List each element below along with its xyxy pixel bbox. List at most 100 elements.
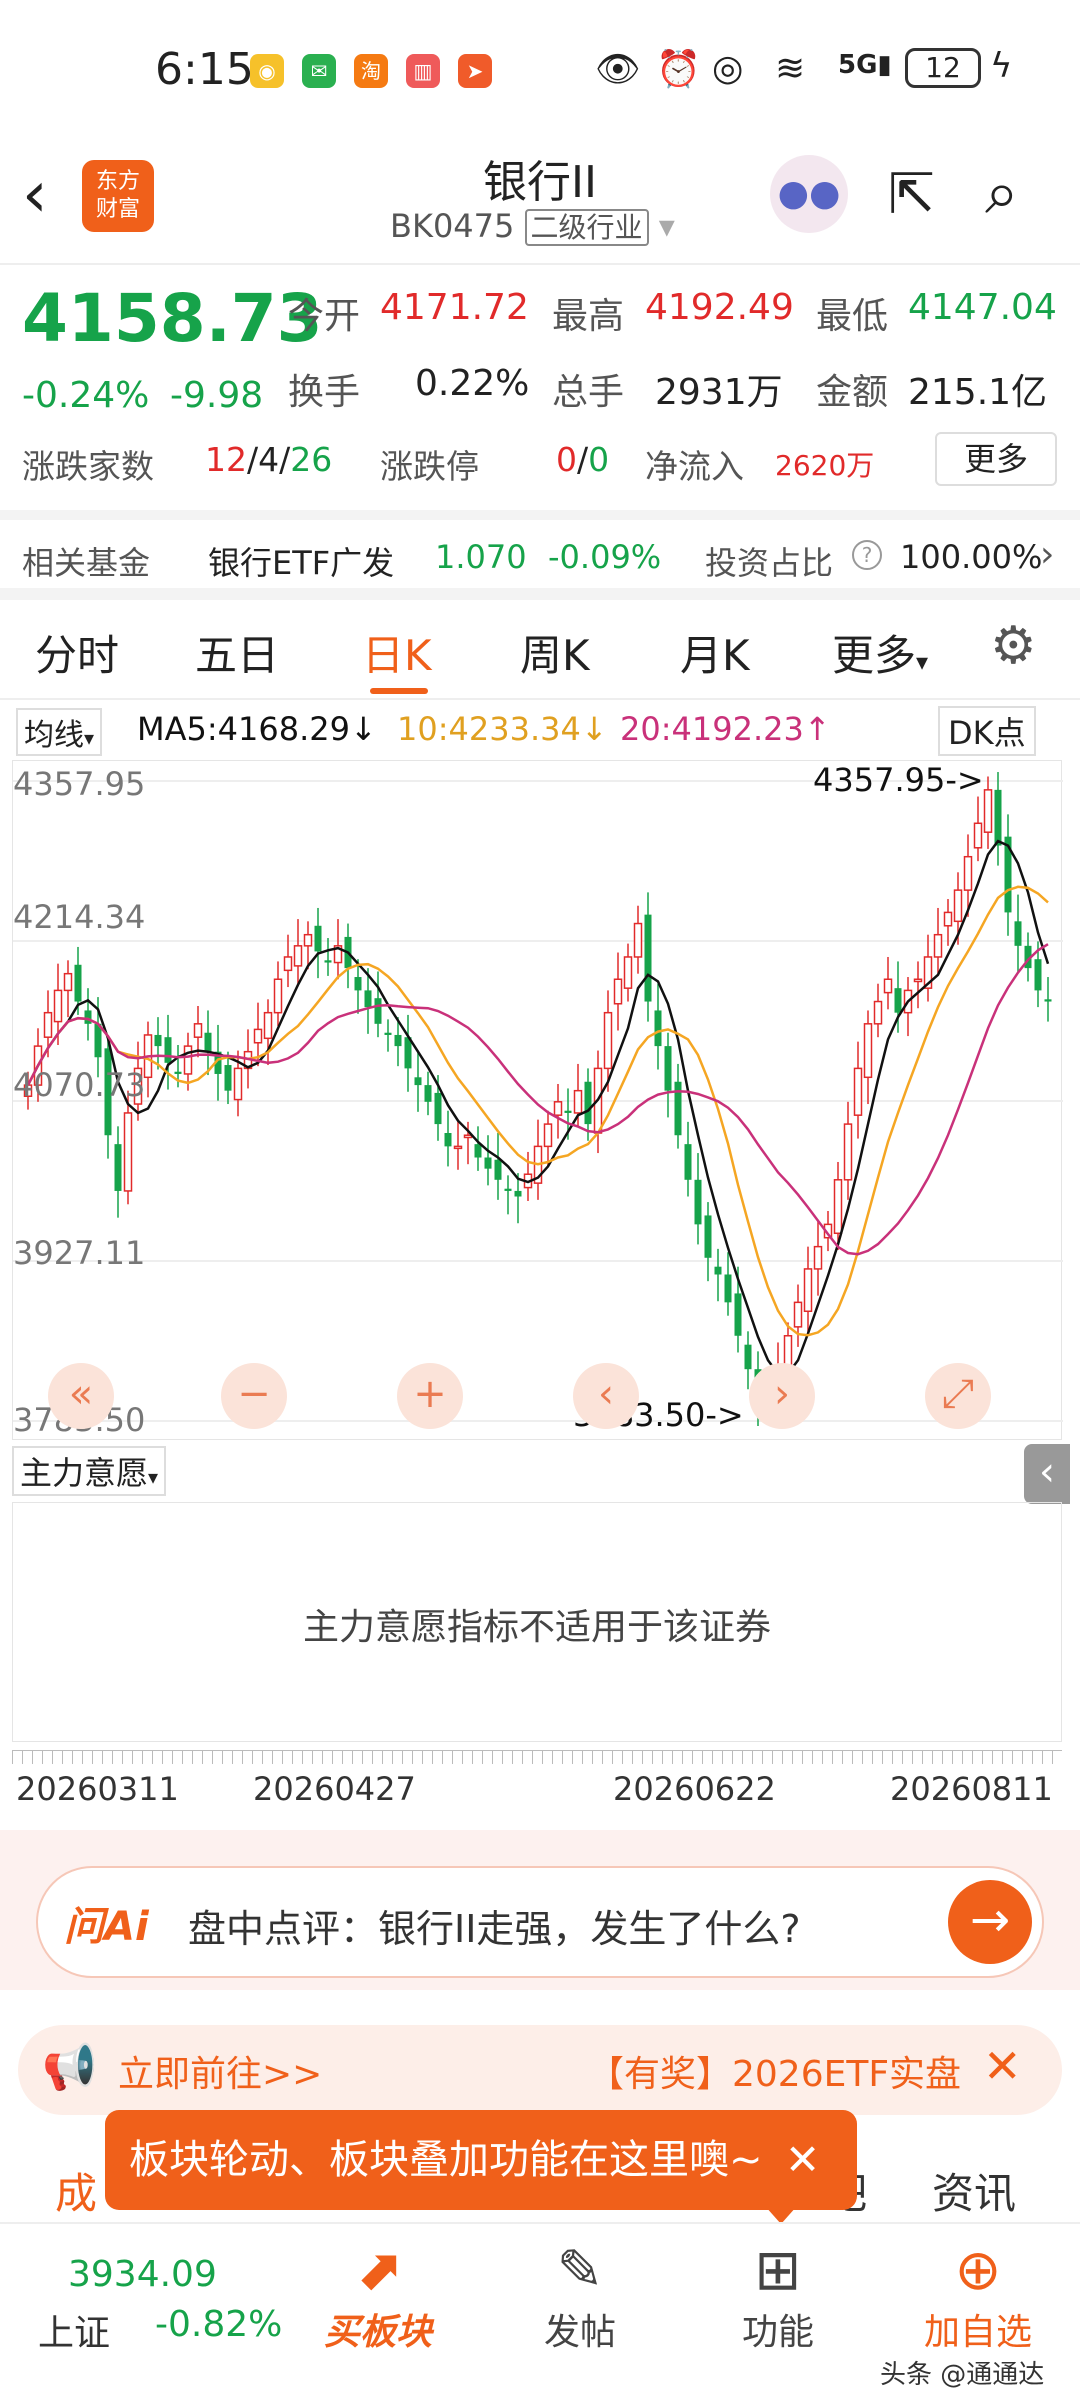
candle-body	[584, 1081, 592, 1125]
fullscreen-button[interactable]: ⤢	[925, 1363, 991, 1429]
news-icon: ➤	[458, 54, 492, 88]
buy-sector-button[interactable]: ⬈ 买板块	[318, 2238, 438, 2355]
change-pct: -0.24%	[22, 375, 150, 416]
candle-body	[734, 1293, 742, 1336]
robot-avatar-icon[interactable]: ●●	[770, 155, 848, 233]
scroll-left-far-button[interactable]: «	[48, 1363, 114, 1429]
ma-legend: 均线▾ MA5:4168.29↓ 10:4233.34↓ 20:4192.23↑…	[0, 702, 1080, 757]
add-watchlist-button[interactable]: ⊕ 加自选	[918, 2238, 1038, 2355]
promo-bar[interactable]: 📢 立即前往>> 【有奖】2026ETF实盘 ✕	[18, 2025, 1062, 2115]
post-button[interactable]: ✎ 发帖	[520, 2238, 640, 2355]
subtab-news[interactable]: 资讯	[932, 2160, 1016, 2221]
candle-body	[724, 1274, 732, 1303]
caret-down-icon: ▾	[916, 648, 929, 676]
tab-more-label: 更多	[832, 631, 917, 680]
stock-code[interactable]: BK0475 二级行业 ▾	[390, 206, 675, 246]
help-icon[interactable]: ?	[852, 540, 882, 570]
tab-more[interactable]: 更多▾	[832, 622, 928, 683]
candle-body	[273, 978, 283, 1014]
index-value: 3934.09	[68, 2254, 217, 2295]
candle-body	[994, 789, 1002, 846]
zoom-out-button[interactable]: −	[221, 1363, 287, 1429]
tab-monthly-k[interactable]: 月K	[680, 622, 750, 683]
candle-body	[154, 1034, 162, 1047]
indicator-selector[interactable]: 主力意愿▾	[12, 1446, 167, 1496]
candle-body	[863, 1023, 873, 1079]
limit-label: 涨跌停	[380, 447, 479, 486]
ai-banner: 问Ai 盘中点评：银行II走强，发生了什么? →	[0, 1830, 1080, 1990]
more-button[interactable]: 更多	[935, 432, 1057, 486]
candle-body	[644, 914, 652, 1002]
tab-intraday[interactable]: 分时	[35, 622, 119, 683]
candle-body	[434, 1092, 442, 1125]
tab-daily-k[interactable]: 日K	[362, 622, 432, 683]
candle-body	[714, 1266, 722, 1275]
fund-name[interactable]: 银行ETF广发	[208, 538, 394, 584]
candle-body	[414, 1077, 422, 1086]
ai-brand: 问Ai	[64, 1904, 149, 1950]
fund-label: 相关基金	[22, 544, 151, 582]
candle-body	[193, 1023, 203, 1038]
scroll-left-button[interactable]: ‹	[573, 1363, 639, 1429]
kline-svg[interactable]	[13, 761, 1063, 1441]
candle-body	[963, 855, 973, 891]
indicator-box: 主力意愿指标不适用于该证券	[12, 1502, 1062, 1742]
close-icon[interactable]: ✕	[983, 2039, 1022, 2093]
ma-selector[interactable]: 均线▾	[16, 708, 103, 756]
dk-button[interactable]: DK点	[938, 706, 1036, 756]
index-change: -0.82%	[155, 2304, 283, 2345]
grid-icon: ⊞	[754, 2238, 802, 2303]
related-fund-bar[interactable]: 相关基金 银行ETF广发 1.070 -0.09% 投资占比 ? 100.00%…	[0, 510, 1080, 600]
ratio-value: 100.00%	[900, 538, 1043, 576]
candle-body	[183, 1045, 193, 1075]
scroll-right-button[interactable]: ›	[749, 1363, 815, 1429]
candle-body	[43, 1011, 53, 1038]
dropdown-icon: ▾	[658, 207, 675, 245]
x-tick-label: 20260427	[253, 1770, 416, 1808]
ma20-text: 20:4192.23	[620, 710, 804, 748]
candle-body	[684, 1144, 692, 1180]
candle-body	[1014, 921, 1022, 946]
tab-five-day[interactable]: 五日	[195, 622, 279, 683]
signal-icon: 5G▮	[838, 50, 892, 80]
buy-icon: ⬈	[354, 2238, 402, 2303]
candle-body	[164, 1037, 172, 1063]
code-text: BK0475	[390, 207, 515, 245]
candle-body	[564, 1110, 572, 1113]
indicator-selector-label: 主力意愿	[20, 1454, 149, 1492]
tooltip-close-icon[interactable]: ✕	[785, 2110, 820, 2210]
settings-gear-icon[interactable]: ⚙	[990, 616, 1037, 676]
limit-down: 0	[588, 440, 610, 479]
ratio-label: 投资占比	[705, 544, 834, 582]
candle-body	[283, 956, 293, 972]
index-name[interactable]: 上证	[38, 2304, 110, 2356]
megaphone-icon: 📢	[42, 2042, 97, 2093]
function-label: 功能	[741, 2312, 814, 2353]
eye-icon: 👁	[595, 49, 641, 90]
wifi-icon: ≋	[775, 48, 806, 89]
kline-chart[interactable]: 4357.95 4214.34 4070.73 3927.11 3783.50 …	[12, 760, 1063, 1441]
zoom-in-button[interactable]: +	[397, 1363, 463, 1429]
x-tick-label: 20260811	[890, 1770, 1053, 1808]
collapse-panel-icon[interactable]: ‹	[1024, 1444, 1070, 1504]
current-price: 4158.73	[22, 280, 323, 357]
status-time: 6:15	[155, 44, 254, 95]
active-tab-indicator	[370, 688, 428, 694]
ai-comment-bar[interactable]: 问Ai 盘中点评：银行II走强，发生了什么? →	[36, 1866, 1044, 1978]
candle-body	[953, 889, 963, 923]
function-button[interactable]: ⊞ 功能	[718, 2238, 838, 2355]
share-icon[interactable]: ⇱	[888, 162, 935, 227]
tab-weekly-k[interactable]: 周K	[520, 622, 590, 683]
candle-body	[793, 1301, 803, 1328]
inflow-value: 2620万	[775, 449, 875, 482]
weibo-icon: ◉	[250, 54, 284, 88]
promo-left-text: 立即前往>>	[118, 2054, 323, 2095]
candle-body	[53, 989, 63, 1023]
subtab-left[interactable]: 成	[55, 2160, 97, 2221]
go-arrow-icon[interactable]: →	[948, 1880, 1032, 1964]
search-icon[interactable]: ⌕	[985, 158, 1019, 228]
candle-body	[573, 1089, 583, 1114]
candle-body	[973, 822, 983, 849]
candle-body	[484, 1157, 492, 1169]
x-tick-label: 20260622	[613, 1770, 776, 1808]
